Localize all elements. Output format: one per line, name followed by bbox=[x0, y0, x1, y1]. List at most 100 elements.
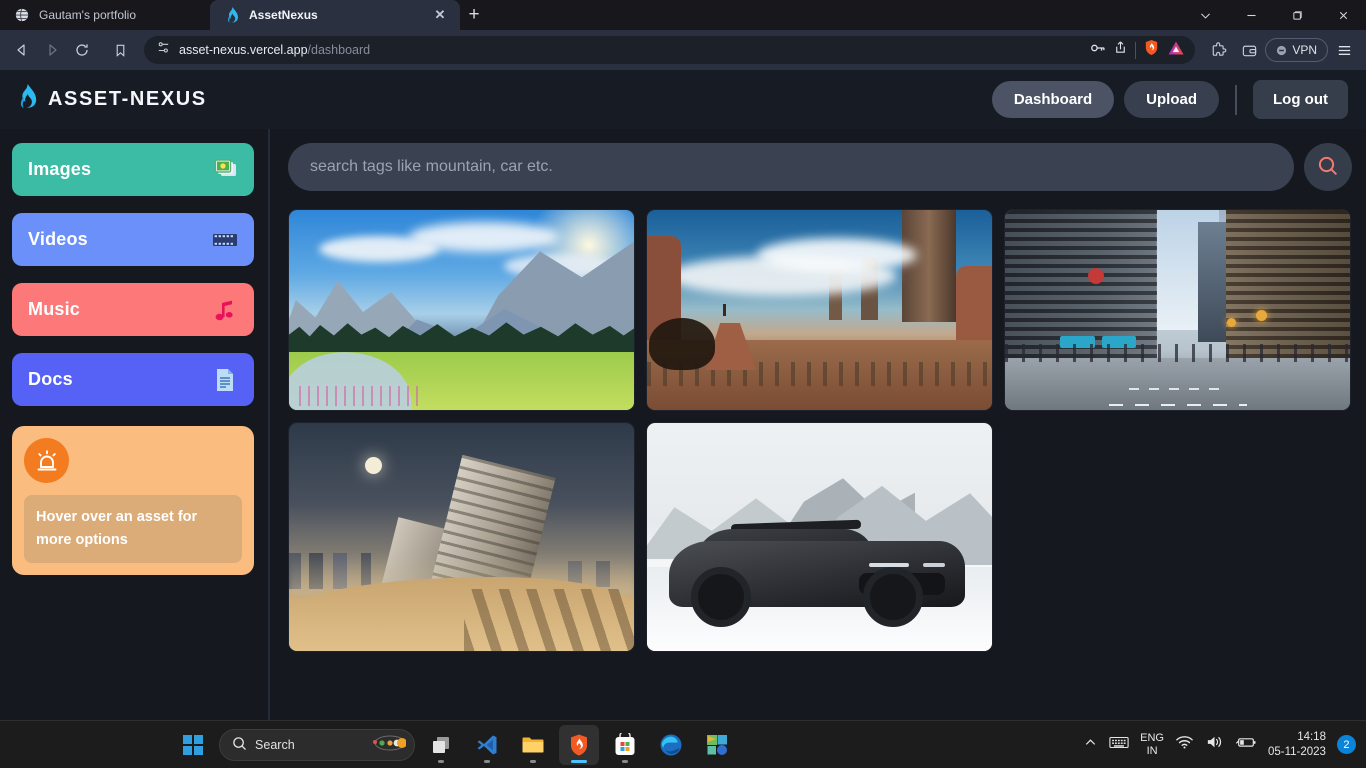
search-box[interactable] bbox=[288, 143, 1294, 191]
vpn-button[interactable]: VPN bbox=[1265, 38, 1328, 62]
notification-badge[interactable]: 2 bbox=[1336, 735, 1356, 754]
bing-orbit-icon bbox=[366, 733, 408, 756]
images-stack-icon bbox=[212, 157, 238, 183]
asset-card[interactable] bbox=[646, 422, 993, 652]
tray-overflow-icon[interactable] bbox=[1083, 735, 1098, 755]
upload-button[interactable]: Upload bbox=[1124, 81, 1220, 118]
sidebar-item-images[interactable]: Images bbox=[12, 143, 254, 196]
address-bar[interactable]: asset-nexus.vercel.app/dashboard bbox=[144, 36, 1196, 64]
taskbar-search[interactable]: Search bbox=[219, 728, 416, 761]
forward-icon bbox=[38, 36, 66, 64]
minimize-icon[interactable] bbox=[1228, 0, 1274, 30]
chevron-down-icon[interactable] bbox=[1182, 0, 1228, 30]
browser-window: Gautam's portfolio AssetNexus ✕ + asset-… bbox=[0, 0, 1366, 768]
app-logo[interactable]: ASSET-NEXUS bbox=[16, 84, 207, 115]
asset-thumbnail-city bbox=[1005, 210, 1350, 410]
globe-icon bbox=[14, 7, 30, 23]
sidebar-item-label: Docs bbox=[28, 369, 73, 389]
reload-icon[interactable] bbox=[68, 36, 96, 64]
brand-name: ASSET-NEXUS bbox=[48, 88, 207, 110]
brave-lion-icon bbox=[571, 734, 588, 755]
browser-tab-portfolio[interactable]: Gautam's portfolio bbox=[0, 0, 210, 30]
back-icon[interactable] bbox=[8, 36, 36, 64]
url-domain: asset-nexus.vercel.app bbox=[179, 43, 308, 57]
asset-card[interactable] bbox=[1004, 209, 1351, 411]
close-window-icon[interactable] bbox=[1320, 0, 1366, 30]
address-bar-actions bbox=[1090, 39, 1185, 61]
sidebar-item-videos[interactable]: Videos bbox=[12, 213, 254, 266]
main-content bbox=[270, 129, 1366, 720]
brave-shields-icon[interactable] bbox=[1143, 39, 1160, 61]
search-input[interactable] bbox=[310, 158, 1272, 176]
search-row bbox=[288, 143, 1352, 191]
microsoft-store-icon bbox=[615, 732, 635, 755]
taskbar-app-figma[interactable] bbox=[697, 725, 737, 765]
taskbar-app-file-explorer[interactable] bbox=[513, 725, 553, 765]
password-key-icon[interactable] bbox=[1090, 41, 1106, 60]
search-icon bbox=[1316, 154, 1340, 181]
taskbar-search-placeholder: Search bbox=[255, 737, 295, 752]
clock-date: 05-11-2023 bbox=[1267, 745, 1326, 758]
siren-alarm-icon bbox=[24, 438, 69, 483]
battery-icon[interactable] bbox=[1235, 734, 1257, 755]
menu-icon[interactable] bbox=[1330, 36, 1358, 64]
asset-card[interactable] bbox=[646, 209, 993, 411]
search-icon bbox=[232, 736, 247, 754]
share-icon[interactable] bbox=[1113, 40, 1128, 60]
taskbar-app-microsoft-store[interactable] bbox=[605, 725, 645, 765]
divider bbox=[1135, 41, 1137, 59]
browser-tab-assetnexus[interactable]: AssetNexus ✕ bbox=[210, 0, 460, 30]
volume-icon[interactable] bbox=[1205, 734, 1224, 755]
windows-logo-icon bbox=[183, 734, 204, 755]
keyboard-icon[interactable] bbox=[1109, 735, 1129, 755]
bookmark-icon[interactable] bbox=[106, 36, 134, 64]
vs-code-icon bbox=[477, 735, 497, 754]
taskbar-app-vs-code[interactable] bbox=[467, 725, 507, 765]
tip-text: Hover over an asset for more options bbox=[24, 495, 242, 564]
flame-logo-icon bbox=[16, 84, 38, 115]
wallet-icon[interactable] bbox=[1235, 36, 1263, 64]
document-icon bbox=[212, 367, 238, 393]
music-note-icon bbox=[212, 297, 238, 323]
taskbar-app-brave[interactable] bbox=[559, 724, 600, 765]
sidebar-item-label: Images bbox=[28, 159, 92, 179]
clock[interactable]: 14:18 05-11-2023 bbox=[1268, 730, 1326, 760]
asset-thumbnail-ruin bbox=[289, 423, 634, 651]
taskbar-apps: Search bbox=[173, 724, 737, 765]
folder-icon bbox=[522, 737, 544, 752]
dashboard-button[interactable]: Dashboard bbox=[991, 81, 1115, 118]
taskbar-app-microsoft-edge[interactable] bbox=[651, 725, 691, 765]
system-tray: ENG IN 14:18 05-11-2023 2 bbox=[1083, 730, 1366, 760]
sidebar-item-docs[interactable]: Docs bbox=[12, 353, 254, 406]
search-button[interactable] bbox=[1304, 143, 1352, 191]
language-region: IN bbox=[1146, 744, 1158, 757]
taskbar-app-task-view[interactable] bbox=[421, 725, 461, 765]
asset-card[interactable] bbox=[288, 422, 635, 652]
start-button[interactable] bbox=[173, 725, 213, 765]
logout-button[interactable]: Log out bbox=[1253, 80, 1348, 119]
site-settings-icon[interactable] bbox=[156, 40, 171, 60]
asset-thumbnail-valley bbox=[289, 210, 634, 410]
app-body: Images Videos Music Docs Hover over an a… bbox=[0, 129, 1366, 720]
new-tab-button[interactable]: + bbox=[460, 1, 488, 29]
extensions-icon[interactable] bbox=[1205, 36, 1233, 64]
figma-icon bbox=[707, 734, 728, 755]
film-strip-icon bbox=[212, 227, 238, 253]
asset-thumbnail-snowcar bbox=[647, 423, 992, 651]
windows-taskbar: Search ENG IN 14:18 05-11-2023 2 bbox=[0, 720, 1366, 768]
maximize-icon[interactable] bbox=[1274, 0, 1320, 30]
asset-grid bbox=[288, 209, 1352, 652]
close-icon[interactable]: ✕ bbox=[432, 7, 448, 23]
sidebar-item-music[interactable]: Music bbox=[12, 283, 254, 336]
browser-tabstrip: Gautam's portfolio AssetNexus ✕ + bbox=[0, 0, 1366, 30]
asset-card[interactable] bbox=[288, 209, 635, 411]
url-path: /dashboard bbox=[307, 43, 371, 57]
page-viewport: ASSET-NEXUS Dashboard Upload Log out Ima… bbox=[0, 70, 1366, 720]
tip-card: Hover over an asset for more options bbox=[12, 426, 254, 576]
brave-rewards-icon[interactable] bbox=[1167, 40, 1185, 61]
wifi-icon[interactable] bbox=[1175, 734, 1194, 755]
language-indicator[interactable]: ENG IN bbox=[1140, 732, 1164, 757]
vpn-status-icon bbox=[1277, 45, 1287, 55]
app-header: ASSET-NEXUS Dashboard Upload Log out bbox=[0, 70, 1366, 129]
sidebar-item-label: Videos bbox=[28, 229, 88, 249]
